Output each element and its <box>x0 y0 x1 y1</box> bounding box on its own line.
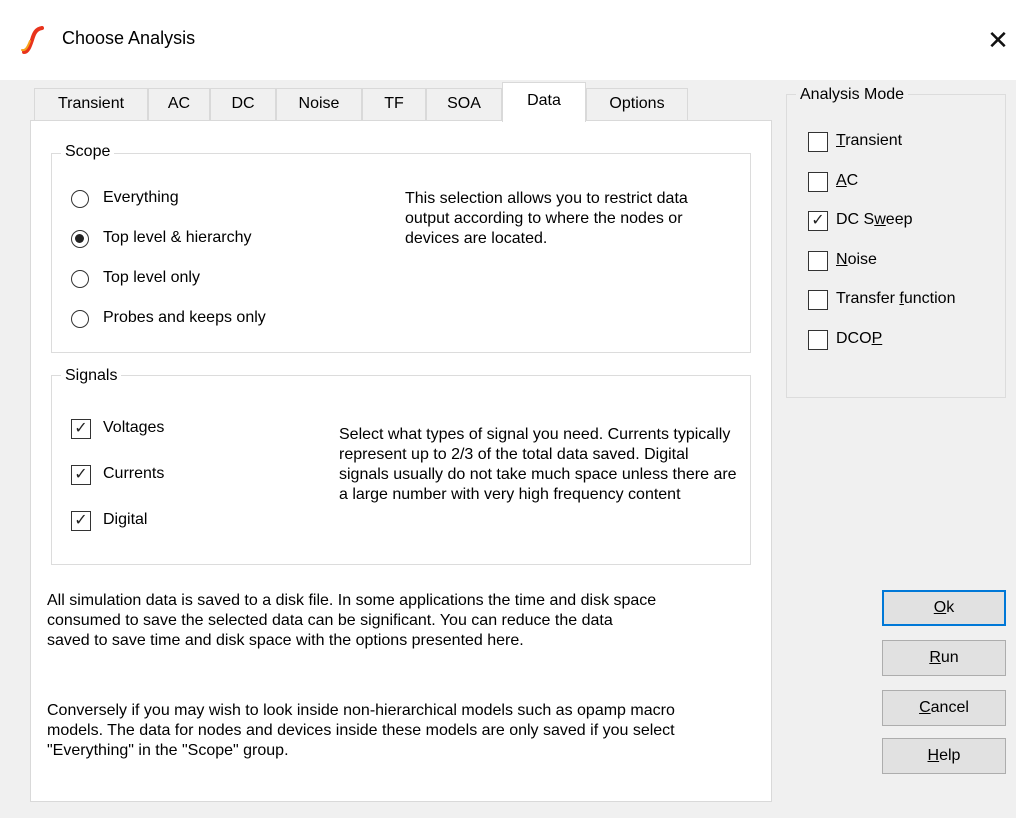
radio-everything[interactable] <box>71 190 89 208</box>
tab-dc[interactable]: DC <box>210 88 276 120</box>
ok-button[interactable]: Ok <box>882 590 1006 626</box>
radio-probes-keeps-label[interactable]: Probes and keeps only <box>103 309 266 327</box>
tab-transient[interactable]: Transient <box>34 88 148 120</box>
info-paragraph-2: Conversely if you may wish to look insid… <box>47 702 675 759</box>
mode-noise-label[interactable]: Noise <box>836 251 877 269</box>
tab-tf[interactable]: TF <box>362 88 426 120</box>
tab-soa[interactable]: SOA <box>426 88 502 120</box>
mode-transfer-function-checkbox[interactable] <box>808 290 828 310</box>
scope-description: This selection allows you to restrict da… <box>405 190 688 247</box>
tab-options[interactable]: Options <box>586 88 688 120</box>
currents-checkbox[interactable]: ✓ <box>71 465 91 485</box>
voltages-checkbox[interactable]: ✓ <box>71 419 91 439</box>
help-button[interactable]: Help <box>882 738 1006 774</box>
scope-caption: Scope <box>61 143 115 161</box>
radio-probes-keeps[interactable] <box>71 310 89 328</box>
signals-description: Select what types of signal you need. Cu… <box>339 426 737 503</box>
mode-dc-sweep-checkbox[interactable]: ✓ <box>808 211 828 231</box>
mode-ac-checkbox[interactable] <box>808 172 828 192</box>
radio-top-level-hierarchy-label[interactable]: Top level & hierarchy <box>103 229 252 247</box>
mode-dcop-checkbox[interactable] <box>808 330 828 350</box>
tab-noise[interactable]: Noise <box>276 88 362 120</box>
radio-top-level-hierarchy[interactable] <box>71 230 89 248</box>
analysis-mode-caption: Analysis Mode <box>796 86 909 104</box>
mode-transient-checkbox[interactable] <box>808 132 828 152</box>
radio-top-level-only[interactable] <box>71 270 89 288</box>
currents-label[interactable]: Currents <box>103 465 164 483</box>
tab-ac[interactable]: AC <box>148 88 210 120</box>
info-paragraph-1: All simulation data is saved to a disk f… <box>47 592 657 649</box>
voltages-label[interactable]: Voltages <box>103 419 164 437</box>
mode-transient-label[interactable]: Transient <box>836 132 902 150</box>
mode-dc-sweep-label[interactable]: DC Sweep <box>836 211 913 229</box>
cancel-button[interactable]: Cancel <box>882 690 1006 726</box>
digital-checkbox[interactable]: ✓ <box>71 511 91 531</box>
simetrix-logo-icon <box>21 26 44 54</box>
radio-top-level-only-label[interactable]: Top level only <box>103 269 200 287</box>
mode-ac-label[interactable]: AC <box>836 172 858 190</box>
digital-label[interactable]: Digital <box>103 511 147 529</box>
signals-caption: Signals <box>61 367 122 385</box>
close-icon[interactable]: ✕ <box>980 20 1016 60</box>
mode-noise-checkbox[interactable] <box>808 251 828 271</box>
tab-data[interactable]: Data <box>502 82 586 122</box>
mode-dcop-label[interactable]: DCOP <box>836 330 882 348</box>
mode-transfer-function-label[interactable]: Transfer function <box>836 290 955 308</box>
radio-everything-label[interactable]: Everything <box>103 189 179 207</box>
run-button[interactable]: Run <box>882 640 1006 676</box>
window-title: Choose Analysis <box>62 28 196 48</box>
data-tab-panel: Scope Everything Top level & hierarchy T… <box>30 120 772 802</box>
